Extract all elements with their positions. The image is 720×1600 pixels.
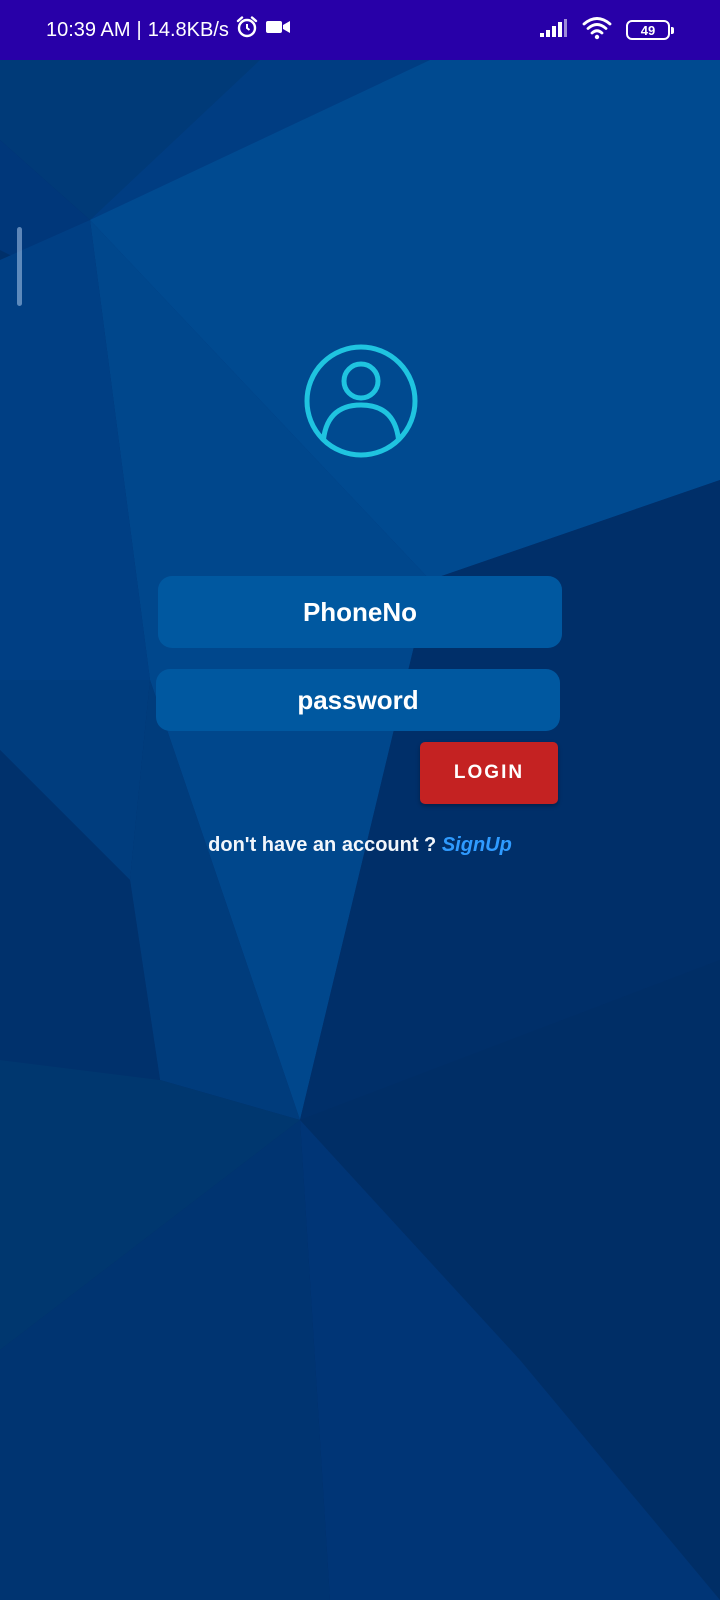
network-speed: 14.8KB/s bbox=[147, 18, 229, 41]
password-input[interactable]: password bbox=[156, 669, 560, 731]
no-account-text: don't have an account ? bbox=[208, 834, 437, 856]
signup-link[interactable]: SignUp bbox=[442, 834, 512, 856]
status-separator: | bbox=[136, 18, 142, 41]
login-button[interactable]: LOGIN bbox=[420, 742, 558, 804]
background-pattern bbox=[0, 60, 720, 1600]
signal-icon bbox=[538, 18, 568, 43]
password-placeholder: password bbox=[297, 684, 419, 715]
signup-prompt: don't have an account ? SignUp bbox=[0, 834, 720, 857]
login-button-label: LOGIN bbox=[453, 762, 525, 783]
phone-input[interactable]: PhoneNo bbox=[158, 576, 562, 648]
status-left: 10:39 AM | 14.8KB/s bbox=[46, 15, 291, 45]
phone-placeholder: PhoneNo bbox=[302, 596, 418, 627]
scroll-indicator[interactable] bbox=[17, 227, 22, 306]
video-camera-icon bbox=[265, 17, 291, 43]
status-time: 10:39 AM bbox=[46, 18, 131, 41]
alarm-icon bbox=[235, 15, 259, 45]
battery-icon: 49 bbox=[626, 20, 674, 40]
wifi-icon bbox=[582, 16, 612, 45]
status-bar: 10:39 AM | 14.8KB/s 49 bbox=[0, 0, 720, 60]
user-avatar-icon bbox=[301, 341, 421, 461]
status-right: 49 bbox=[538, 16, 674, 45]
battery-level: 49 bbox=[640, 22, 656, 38]
